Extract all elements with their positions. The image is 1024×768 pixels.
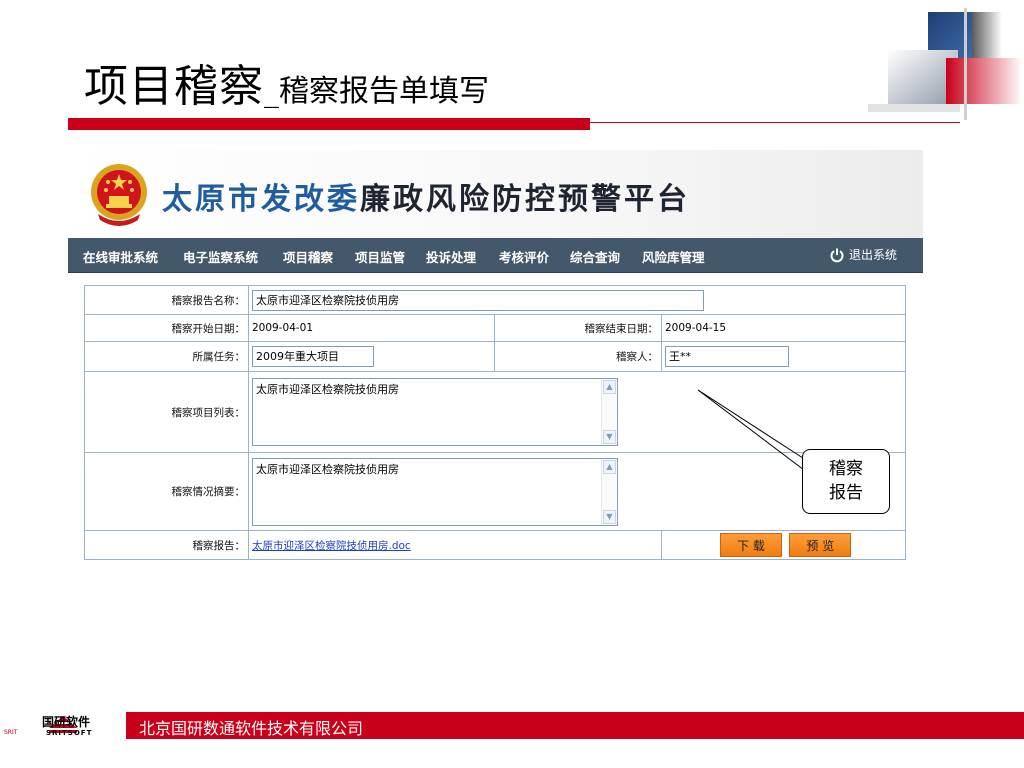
start-date-value[interactable]: 2009-04-01 [248,314,495,342]
report-file-cell: 太原市迎泽区检察院技侦用房.doc [248,530,662,560]
report-file-link[interactable]: 太原市迎泽区检察院技侦用房.doc [252,540,411,552]
report-name-input[interactable]: 太原市迎泽区检察院技侦用房 [252,289,704,311]
logo-text-small: SRIT [4,729,18,736]
scroll-up-icon[interactable]: ▲ [603,380,616,394]
logout-label: 退出系统 [848,248,897,262]
banner-title: 太原市发改委廉政风险防控预警平台 [162,174,690,218]
form-row-task: 所属任务： 2009年重大项目 稽察人： 王** [84,341,906,372]
inspector-label: 稽察人： [494,341,662,372]
slide-title: 项目稽察_稽察报告单填写 [84,50,489,114]
logo-text-en: SRITSOFT [46,729,93,737]
form-row-report-file: 稽察报告： 太原市迎泽区检察院技侦用房.doc 下 载 预 览 [84,530,906,560]
scroll-down-icon[interactable]: ▼ [603,509,616,524]
report-file-label: 稽察报告： [84,530,249,560]
end-date-value[interactable]: 2009-04-15 [661,314,906,342]
logout-button[interactable]: 退出系统 [829,246,897,263]
inspector-cell: 王** [661,341,906,372]
end-date-label: 稽察结束日期： [494,314,662,342]
slide-title-sub: _稽察报告单填写 [264,74,489,109]
form-row-report-name: 稽察报告名称： 太原市迎泽区检察院技侦用房 [84,285,906,315]
callout-line-2: 报告 [829,483,863,503]
project-list-text: 太原市迎泽区检察院技侦用房 [256,383,399,396]
summary-text: 太原市迎泽区检察院技侦用房 [256,462,399,476]
task-input[interactable]: 2009年重大项目 [252,346,374,367]
scroll-up-icon[interactable]: ▲ [603,459,616,474]
slide-title-main: 项目稽察 [84,61,264,112]
report-name-cell: 太原市迎泽区检察院技侦用房 [248,285,906,315]
callout-line-1: 稽察 [829,459,863,479]
project-list-textarea[interactable]: 太原市迎泽区检察院技侦用房 ▲ ▼ [252,378,618,446]
nav-item-evaluation[interactable]: 考核评价 [499,247,549,266]
corner-decoration [868,8,1022,120]
nav-item-query[interactable]: 综合查询 [570,247,620,266]
summary-textarea[interactable]: 太原市迎泽区检察院技侦用房 ▲ ▼ [252,457,618,526]
nav-item-project-monitoring[interactable]: 项目监管 [355,247,405,266]
report-name-label: 稽察报告名称： [84,285,249,315]
logo-text-cn: 国研软件 [42,715,91,729]
power-icon [830,248,844,262]
nav-item-e-supervision[interactable]: 电子监察系统 [183,247,258,266]
app-banner: 太原市发改委廉政风险防控预警平台 [68,150,923,238]
task-cell: 2009年重大项目 [248,341,495,372]
main-nav: 在线审批系统 电子监察系统 项目稽察 项目监管 投诉处理 考核评价 综合查询 风… [68,238,923,273]
footer-company-name: 北京国研数通软件技术有限公司 [139,719,364,738]
callout-pointer [697,389,807,471]
download-button[interactable]: 下 载 [720,533,782,557]
inspector-input[interactable]: 王** [665,346,789,367]
title-underline-bar [68,118,590,130]
report-callout: 稽察 报告 [802,449,890,514]
app-screenshot: 太原市发改委廉政风险防控预警平台 在线审批系统 电子监察系统 项目稽察 项目监管… [68,150,923,565]
project-list-label: 稽察项目列表： [84,371,249,453]
nav-item-risk-library[interactable]: 风险库管理 [642,247,705,266]
project-list-scrollbar[interactable]: ▲ ▼ [601,379,617,445]
banner-title-platform: 廉政风险防控预警平台 [360,182,690,217]
national-emblem-icon [91,164,147,226]
start-date-label: 稽察开始日期： [84,314,249,342]
scroll-down-icon[interactable]: ▼ [603,430,616,444]
preview-button[interactable]: 预 览 [789,533,852,557]
task-label: 所属任务： [84,341,249,372]
nav-item-online-approval[interactable]: 在线审批系统 [83,247,158,266]
nav-item-project-inspection[interactable]: 项目稽察 [283,247,333,266]
summary-scrollbar[interactable]: ▲ ▼ [601,458,617,525]
title-underline-thin [590,122,960,123]
report-actions-cell: 下 载 预 览 [661,530,906,560]
banner-title-org: 太原市发改委 [162,182,360,217]
summary-label: 稽察情况摘要： [84,452,249,531]
form-row-dates: 稽察开始日期： 2009-04-01 稽察结束日期： 2009-04-15 [84,314,906,342]
nav-item-complaints[interactable]: 投诉处理 [426,247,476,266]
